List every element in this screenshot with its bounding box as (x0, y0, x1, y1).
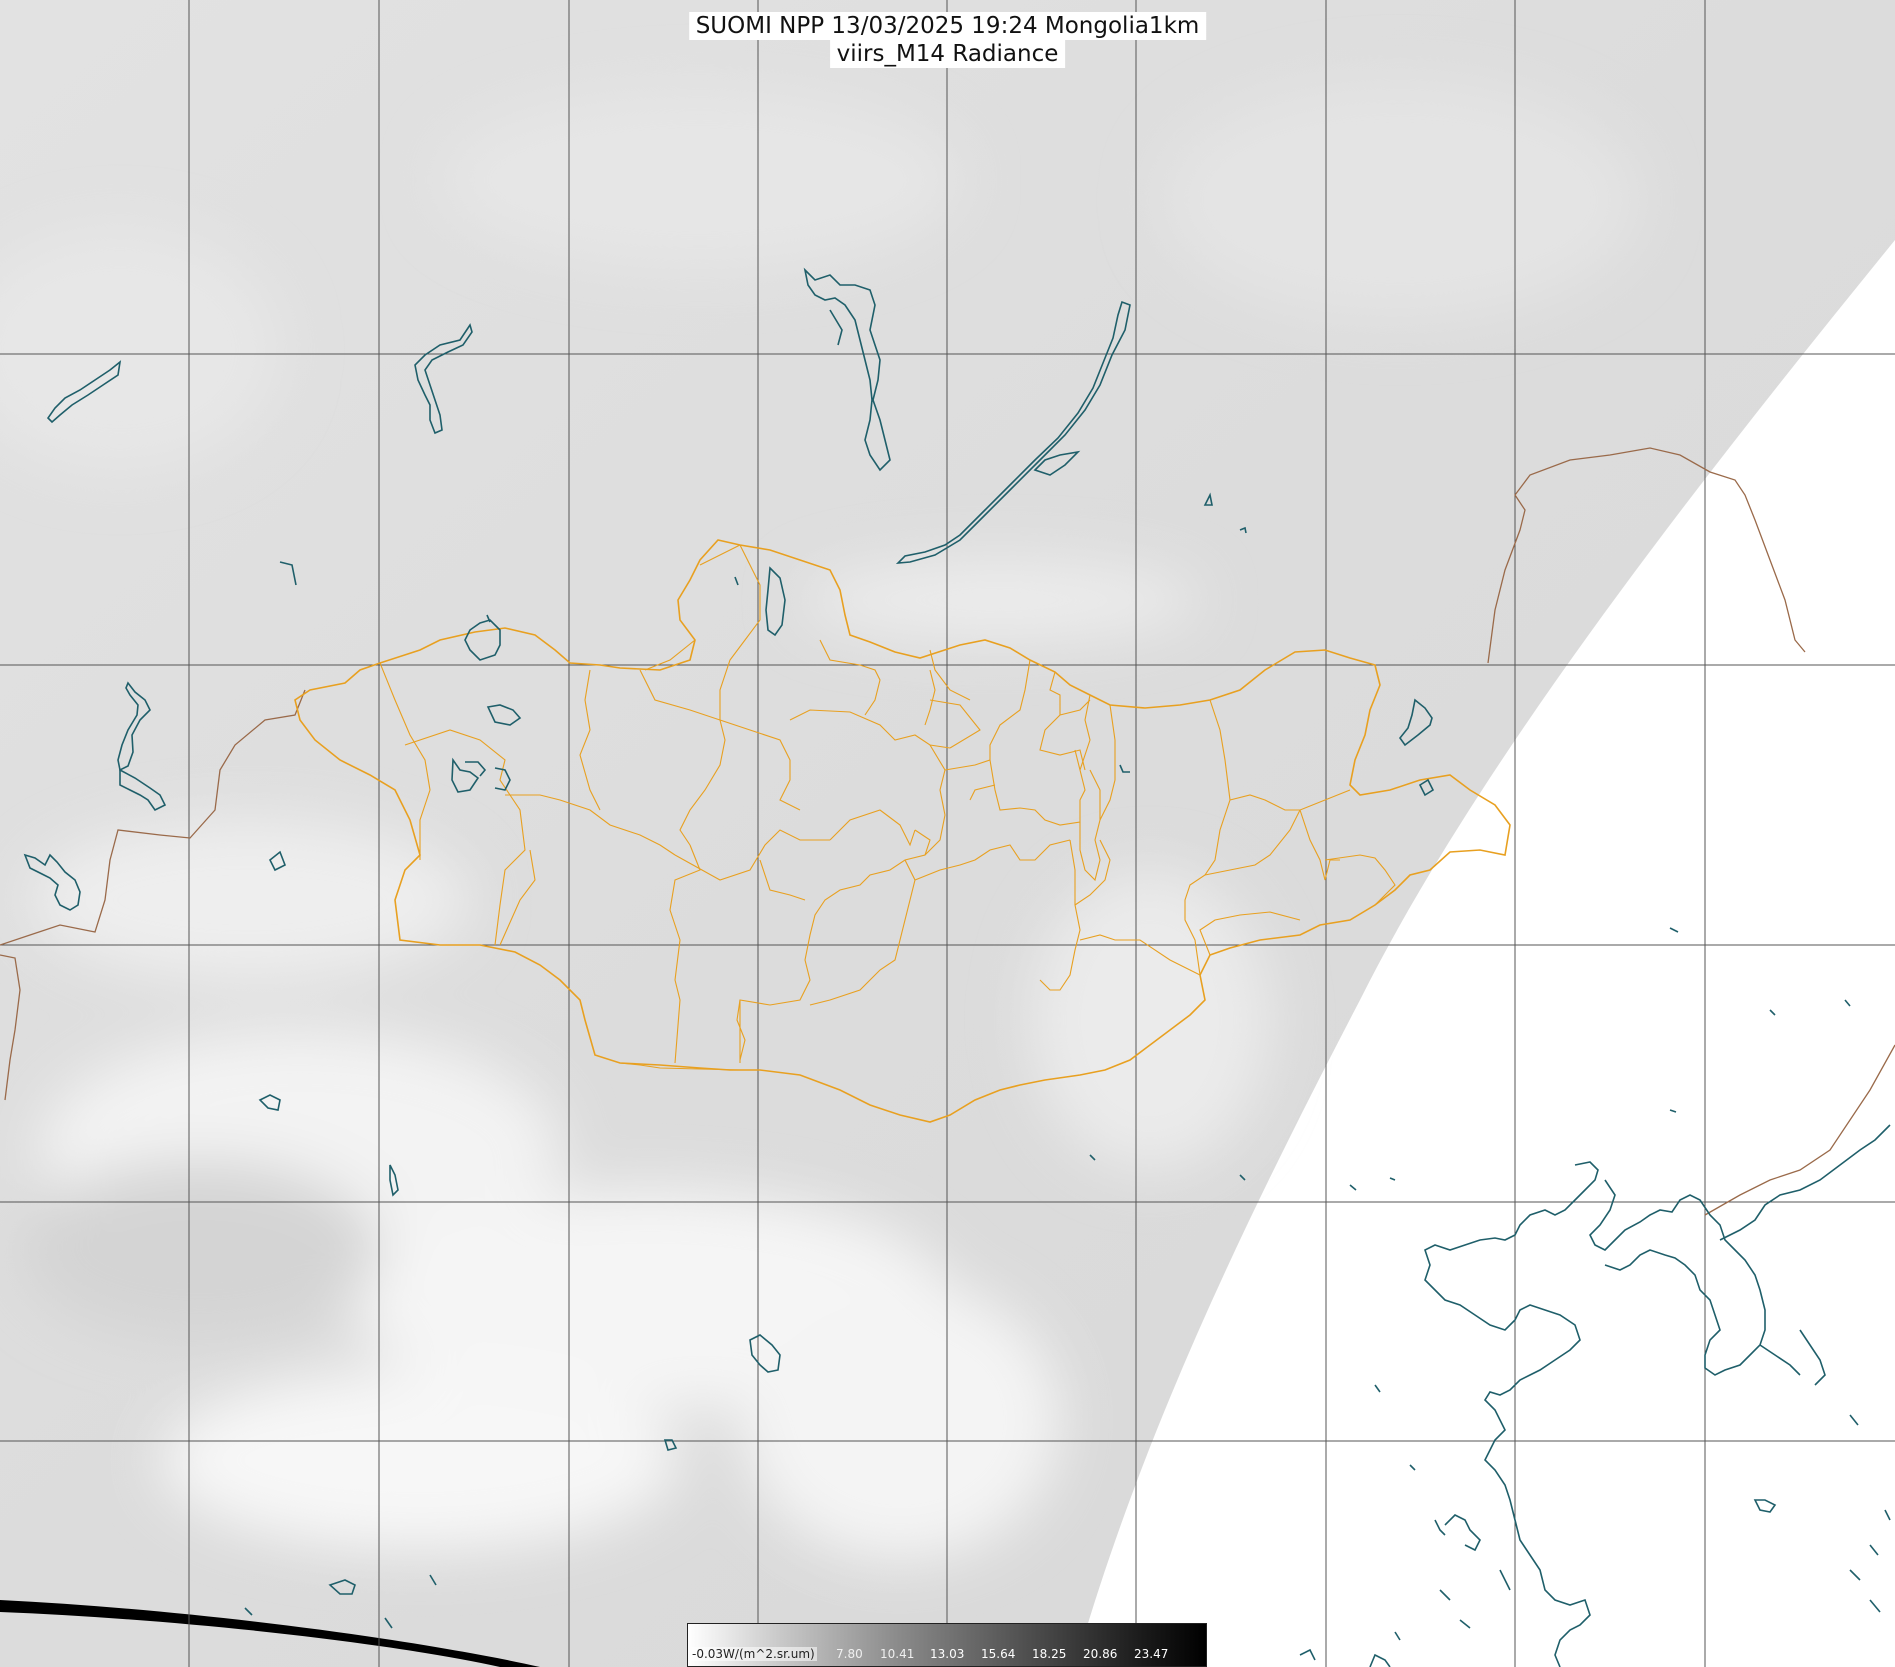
colorbar-tick-label: 13.03 (930, 1647, 965, 1661)
colorbar-tick-label: 20.86 (1083, 1647, 1118, 1661)
colorbar-tick-label: 15.64 (981, 1647, 1016, 1661)
colorbar-legend: -0.03W/(m^2.sr.um) 7.80 10.41 13.03 15.6… (687, 1623, 1207, 1667)
colorbar-tick-label: 10.41 (880, 1647, 915, 1661)
map-canvas (0, 0, 1895, 1667)
satellite-map-viewer: SUOMI NPP 13/03/2025 19:24 Mongolia1km v… (0, 0, 1895, 1667)
colorbar-units-label: -0.03W/(m^2.sr.um) (690, 1647, 817, 1661)
colorbar-tick-label: 7.80 (836, 1647, 863, 1661)
map-title-line1: SUOMI NPP 13/03/2025 19:24 Mongolia1km (688, 12, 1207, 40)
colorbar-tick-label: 23.47 (1134, 1647, 1169, 1661)
colorbar-tick-label: 18.25 (1032, 1647, 1067, 1661)
map-title-line2: viirs_M14 Radiance (829, 40, 1066, 68)
